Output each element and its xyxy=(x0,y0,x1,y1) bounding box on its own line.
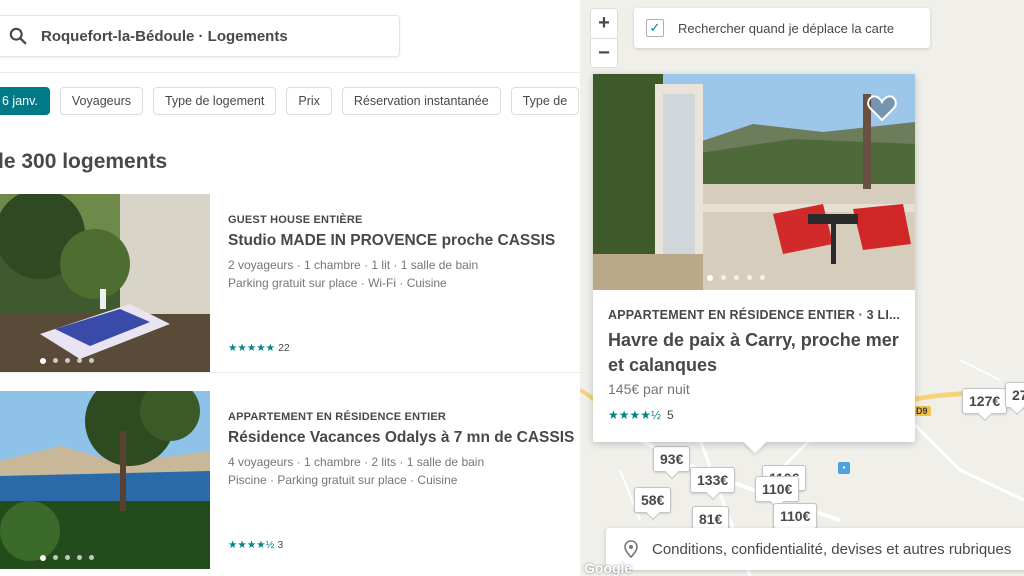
filter-home-type[interactable]: Type de logement xyxy=(152,87,277,115)
listing-type: APPARTEMENT EN RÉSIDENCE ENTIER · 3 LI..… xyxy=(608,308,901,322)
price-pin[interactable]: 110€ xyxy=(773,503,818,529)
price-pin[interactable]: 93€ xyxy=(653,446,691,472)
map-footer[interactable]: Conditions, confidentialité, devises et … xyxy=(606,528,1024,570)
photo-carousel-dots[interactable] xyxy=(40,555,94,561)
listing-amenities: Piscine · Parking gratuit sur place · Cu… xyxy=(228,473,458,487)
filter-more[interactable]: Type de xyxy=(510,87,580,115)
listing-card[interactable]: GUEST HOUSE ENTIÈRE Studio MADE IN PROVE… xyxy=(0,194,580,372)
filter-instant-book[interactable]: Réservation instantanée xyxy=(341,87,501,115)
star-rating-icons: ★★★★★ xyxy=(228,342,276,354)
listing-type: APPARTEMENT EN RÉSIDENCE ENTIER xyxy=(228,411,447,423)
info-icon xyxy=(624,540,638,558)
zoom-in-button[interactable]: + xyxy=(591,9,617,39)
divider xyxy=(0,372,580,373)
search-when-moving-toggle[interactable]: ✓ Rechercher quand je déplace la carte xyxy=(634,8,930,48)
search-query: Roquefort-la-Bédoule · Logements xyxy=(41,27,288,45)
search-icon xyxy=(9,27,27,45)
listing-title[interactable]: Havre de paix à Carry, proche mer et cal… xyxy=(608,328,908,378)
search-when-moving-checkbox[interactable]: ✓ xyxy=(646,19,664,37)
bus-stop-icon[interactable]: ▪ xyxy=(838,462,850,474)
listing-title[interactable]: Studio MADE IN PROVENCE proche CASSIS xyxy=(228,232,578,250)
price-pin[interactable]: 58€ xyxy=(634,487,672,513)
listing-rating: ★★★★½ 3 xyxy=(228,539,283,551)
heart-icon[interactable] xyxy=(867,94,897,122)
listing-photo[interactable] xyxy=(0,391,210,569)
zoom-out-button[interactable]: − xyxy=(591,39,617,68)
listing-rating: ★★★★★ 22 xyxy=(228,342,290,354)
star-rating-icons: ★★★★½ xyxy=(608,408,662,422)
filter-dates[interactable]: 6 janv. xyxy=(0,87,50,115)
review-count: 22 xyxy=(278,342,290,354)
listing-details: 2 voyageurs · 1 chambre · 1 lit · 1 sall… xyxy=(228,258,479,272)
star-rating-icons: ★★★★½ xyxy=(228,539,275,551)
price-pin[interactable]: 127€ xyxy=(962,388,1008,414)
filter-price[interactable]: Prix xyxy=(286,87,332,115)
price-pin[interactable]: 110€ xyxy=(755,476,800,502)
map[interactable]: + − ✓ Rechercher quand je déplace la car… xyxy=(580,0,1024,576)
google-logo: Google xyxy=(584,560,633,576)
search-when-moving-label: Rechercher quand je déplace la carte xyxy=(678,20,895,36)
filter-guests[interactable]: Voyageurs xyxy=(59,87,143,115)
listing-price: 145€ par nuit xyxy=(608,381,690,397)
listing-title[interactable]: Résidence Vacances Odalys à 7 mn de CASS… xyxy=(228,429,578,447)
listing-amenities: Parking gratuit sur place · Wi-Fi · Cuis… xyxy=(228,276,447,290)
listing-rating: ★★★★½ 5 xyxy=(608,408,674,422)
listing-photo[interactable] xyxy=(593,74,915,290)
zoom-controls: + − xyxy=(590,8,618,68)
listing-photo[interactable] xyxy=(0,194,210,372)
footer-links[interactable]: Conditions, confidentialité, devises et … xyxy=(652,541,1011,558)
review-count: 3 xyxy=(277,539,284,551)
listing-card[interactable]: APPARTEMENT EN RÉSIDENCE ENTIER Résidenc… xyxy=(0,391,580,569)
listing-type: GUEST HOUSE ENTIÈRE xyxy=(228,214,363,226)
road-label: D9 xyxy=(913,406,931,416)
filter-bar: 6 janv. Voyageurs Type de logement Prix … xyxy=(0,87,580,117)
review-count: 5 xyxy=(667,408,674,422)
search-bar[interactable]: Roquefort-la-Bédoule · Logements xyxy=(0,15,400,57)
divider xyxy=(0,72,580,73)
photo-carousel-dots[interactable] xyxy=(707,275,765,281)
price-pin[interactable]: 133€ xyxy=(690,467,736,493)
selected-listing-card[interactable]: APPARTEMENT EN RÉSIDENCE ENTIER · 3 LI..… xyxy=(593,74,915,454)
price-pin[interactable]: 27 xyxy=(1005,382,1024,408)
results-panel: Roquefort-la-Bédoule · Logements 6 janv.… xyxy=(0,0,580,576)
results-count: le 300 logements xyxy=(0,150,168,173)
photo-carousel-dots[interactable] xyxy=(40,358,94,364)
listing-details: 4 voyageurs · 1 chambre · 2 lits · 1 sal… xyxy=(228,455,485,469)
